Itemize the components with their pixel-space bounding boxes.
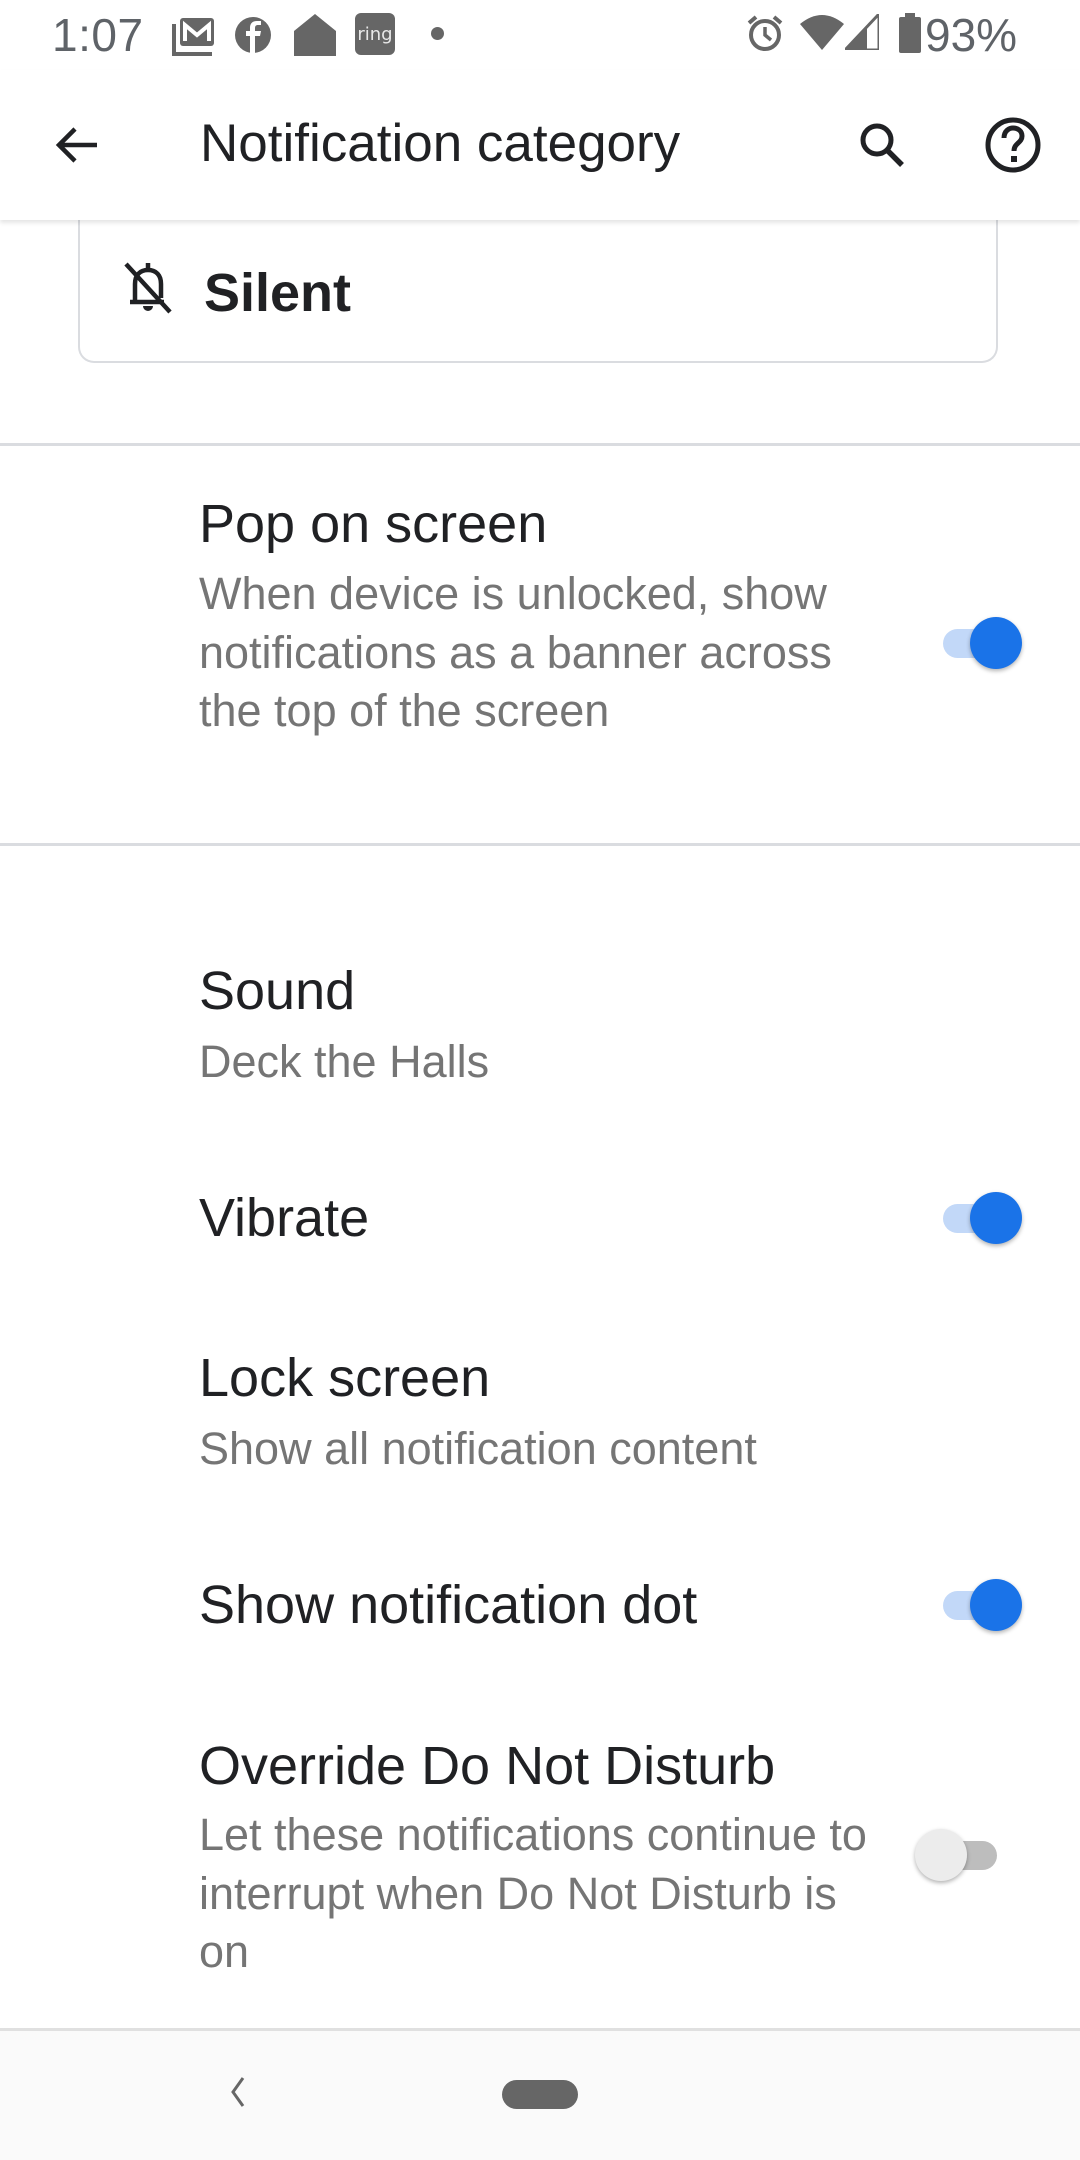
search-button[interactable] [837,100,927,190]
pref-title: Pop on screen [199,494,548,554]
status-time: 1:07 [52,9,144,61]
vibrate-toggle[interactable] [925,1186,1025,1250]
pref-summary: Deck the Halls [199,1036,490,1087]
help-button[interactable] [968,100,1058,190]
pref-summary: Show all notification content [199,1423,757,1474]
page-title: Notification category [200,114,681,173]
pref-summary: Let these notifications continue to inte… [199,1809,867,1977]
notification-dot-toggle[interactable] [925,1573,1025,1637]
divider [0,443,1080,446]
nav-back-button[interactable] [208,2062,268,2122]
toggle-thumb [970,1192,1022,1244]
toggle-thumb [970,1579,1022,1631]
alarm-icon [747,15,783,51]
wifi-icon [800,15,844,50]
back-button[interactable] [32,100,122,190]
more-dot-icon [431,27,444,40]
ring-icon: ring [355,13,395,55]
battery-icon [899,13,921,53]
google-home-icon [294,14,336,56]
home-pill-icon[interactable] [502,2080,578,2109]
pref-title: Lock screen [199,1348,491,1408]
importance-label: Silent [204,263,352,323]
bell-off-icon [124,262,172,314]
help-icon [985,117,1041,173]
cell-signal-icon [845,14,879,50]
toggle-thumb [915,1829,967,1881]
app-bar: Notification category [0,70,1080,220]
override-dnd-toggle[interactable] [913,1823,1013,1887]
pref-vibrate[interactable] [0,1140,1080,1300]
facebook-icon [235,17,271,53]
gmail-icon [172,18,214,56]
pref-title: Vibrate [199,1188,370,1248]
toggle-thumb [970,617,1022,669]
arrow-back-icon [55,127,97,163]
battery-percent: 93% [925,9,1018,61]
nav-back-icon [231,2077,245,2107]
ring-label: ring [357,23,393,45]
pref-title: Show notification dot [199,1575,698,1635]
pref-summary: When device is unlocked, show notificati… [199,568,832,736]
search-icon [860,123,904,167]
pref-title: Sound [199,961,356,1021]
status-bar: 1:07 ring 93% [0,0,1080,70]
pop-on-screen-toggle[interactable] [925,611,1025,675]
divider [0,843,1080,846]
pref-title: Override Do Not Disturb [199,1736,776,1796]
